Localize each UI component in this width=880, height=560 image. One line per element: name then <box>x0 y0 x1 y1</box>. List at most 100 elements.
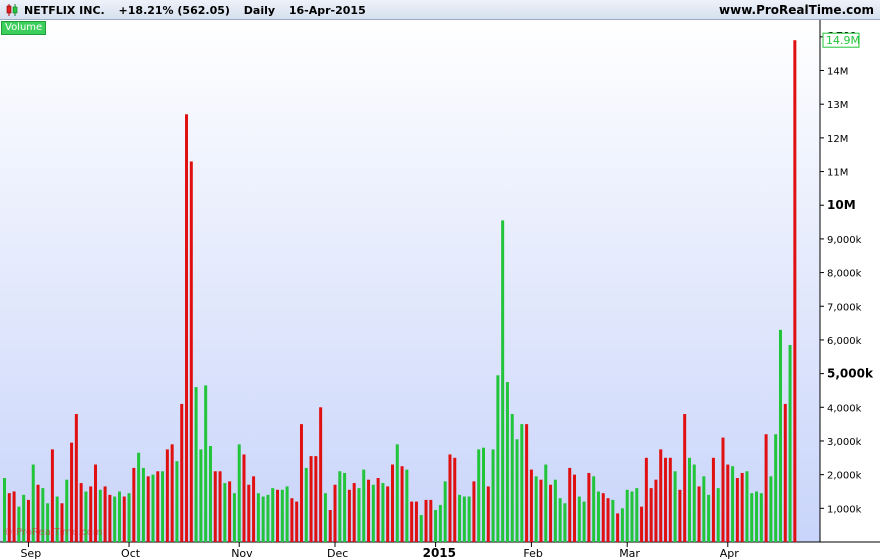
volume-bar <box>290 498 294 542</box>
x-tick-label: Dec <box>327 547 348 560</box>
volume-bar <box>769 476 773 542</box>
plot-background <box>0 20 820 542</box>
volume-bar <box>343 472 347 542</box>
volume-bar <box>448 454 452 542</box>
y-tick-label: 11M <box>827 168 848 179</box>
volume-bar <box>199 449 203 542</box>
volume-bar <box>649 488 653 542</box>
volume-bar <box>558 498 562 542</box>
volume-bar <box>266 494 270 542</box>
volume-bar <box>151 474 155 542</box>
volume-bar <box>299 424 303 542</box>
volume-bar <box>285 486 289 542</box>
volume-bar <box>390 464 394 542</box>
volume-bar <box>319 407 323 542</box>
volume-bar <box>189 161 193 542</box>
volume-bar <box>328 510 332 542</box>
volume-bar <box>127 493 131 542</box>
volume-bar <box>707 494 711 542</box>
volume-bar <box>505 382 509 542</box>
volume-bar <box>103 486 107 542</box>
x-tick-label: 2015 <box>423 546 456 560</box>
volume-bar <box>740 472 744 542</box>
volume-bar <box>309 456 313 542</box>
volume-bar <box>194 387 198 542</box>
volume-bar <box>424 499 428 542</box>
volume-bar <box>443 481 447 542</box>
volume-bar <box>472 481 476 542</box>
volume-bar <box>477 449 481 542</box>
volume-bar <box>429 499 433 542</box>
volume-bar <box>640 506 644 542</box>
volume-bar <box>482 447 485 542</box>
y-tick-label: 6,000k <box>827 336 862 347</box>
volume-bar <box>711 457 715 542</box>
volume-bar <box>170 444 174 542</box>
volume-bar <box>156 471 160 542</box>
volume-bar <box>664 457 668 542</box>
volume-bar <box>687 457 691 542</box>
volume-bar <box>534 476 538 542</box>
volume-bar <box>419 515 423 542</box>
volume-bar <box>122 496 126 542</box>
chart-header: NETFLIX INC. +18.21% (562.05) Daily 16-A… <box>0 0 880 20</box>
volume-bar <box>491 449 495 542</box>
volume-bar <box>668 457 672 542</box>
volume-bar <box>304 467 308 542</box>
volume-bar <box>208 446 212 542</box>
volume-bar <box>582 501 586 542</box>
volume-bar <box>529 469 533 542</box>
volume-bar <box>232 493 236 542</box>
volume-bar <box>367 479 371 542</box>
y-tick-label: 8,000k <box>827 269 862 280</box>
volume-bar <box>486 486 490 542</box>
volume-bar <box>386 486 390 542</box>
x-tick-label: Oct <box>121 547 141 560</box>
volume-bar <box>587 472 591 542</box>
volume-bar <box>563 503 567 542</box>
volume-bar <box>596 491 600 542</box>
y-tick-label: 5,000k <box>827 367 874 381</box>
volume-bar <box>357 488 361 542</box>
volume-bar <box>644 457 648 542</box>
chart-date: 16-Apr-2015 <box>288 4 366 17</box>
symbol-name: NETFLIX INC. <box>24 4 105 17</box>
volume-bar <box>242 454 246 542</box>
volume-bar <box>237 444 241 542</box>
axis-background <box>820 20 880 542</box>
volume-bar <box>141 467 145 542</box>
volume-bar <box>778 329 782 542</box>
volume-bar <box>137 452 141 542</box>
volume-bar <box>276 489 280 542</box>
volume-bar <box>74 414 78 542</box>
volume-bar <box>405 469 409 542</box>
volume-bar <box>759 493 763 542</box>
volume-bar <box>247 484 251 542</box>
site-link[interactable]: www.ProRealTime.com <box>719 3 874 17</box>
volume-bar <box>692 464 696 542</box>
volume-bar <box>764 434 768 542</box>
volume-bar <box>496 375 500 542</box>
x-tick-label: Feb <box>523 547 542 560</box>
y-tick-label: 10M <box>827 198 856 212</box>
volume-bar <box>161 471 165 542</box>
volume-bar <box>352 483 356 542</box>
volume-indicator-label[interactable]: Volume <box>1 21 47 35</box>
volume-bar <box>323 493 327 542</box>
volume-bar <box>573 474 577 542</box>
volume-bar <box>721 437 725 542</box>
y-tick-label: 3,000k <box>827 437 862 448</box>
volume-bar <box>462 496 466 542</box>
volume-bar <box>755 491 759 542</box>
volume-chart[interactable]: 1,000k 2,000k 3,000k 4,000k 5,000k 6,000k 7,00… <box>0 20 880 560</box>
volume-bar <box>501 220 505 542</box>
volume-bar <box>549 484 553 542</box>
volume-bar <box>108 494 112 542</box>
volume-bar <box>673 471 677 542</box>
volume-bar <box>204 385 208 542</box>
volume-bar <box>515 439 519 542</box>
volume-bar <box>735 478 739 542</box>
volume-bar <box>218 471 222 542</box>
volume-bar <box>261 496 265 542</box>
volume-bar <box>731 466 735 542</box>
